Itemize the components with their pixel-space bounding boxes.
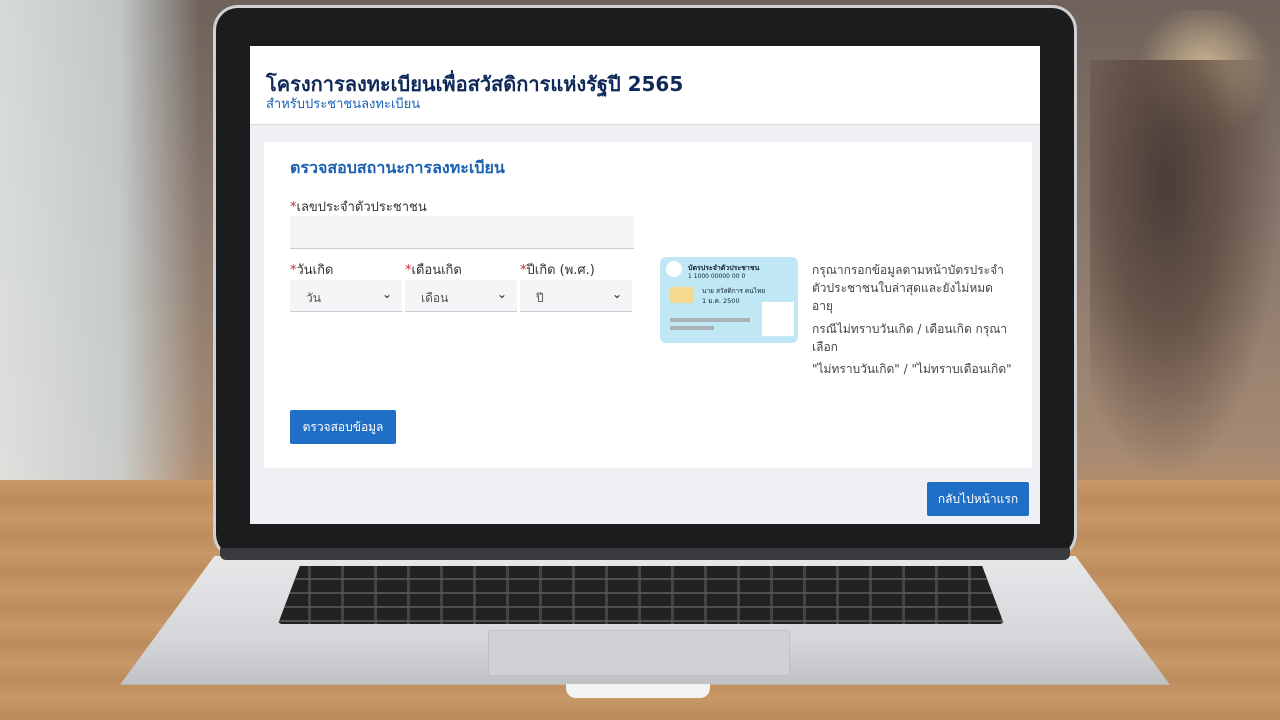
day-label-text: วันเกิด xyxy=(296,263,334,278)
month-label: *เดือนเกิด xyxy=(405,259,462,280)
background-person xyxy=(1090,60,1280,480)
id-card-number: 1 1000 00000 00 0 xyxy=(688,273,746,280)
app-header: โครงการลงทะเบียนเพื่อสวัสดิการแห่งรัฐปี … xyxy=(250,46,1040,125)
status-check-card: ตรวจสอบสถานะการลงทะเบียน *เลขประจำตัวประ… xyxy=(264,142,1032,468)
card-photo xyxy=(762,302,794,336)
birth-month-select[interactable]: เดือน ⌄ xyxy=(405,280,517,312)
birth-year-value: ปี xyxy=(536,291,544,305)
hint-text-3: "ไม่ทราบวันเกิด" / "ไม่ทราบเดือนเกิด" xyxy=(812,362,1012,376)
month-label-text: เดือนเกิด xyxy=(411,263,462,278)
id-card-illustration: บัตรประจำตัวประชาชน 1 1000 00000 00 0 นา… xyxy=(660,257,798,343)
id-label: *เลขประจำตัวประชาชน xyxy=(290,196,427,217)
chevron-down-icon: ⌄ xyxy=(496,287,507,301)
keyboard-rows xyxy=(278,566,1004,624)
citizen-id-input[interactable] xyxy=(290,216,634,249)
laptop-trackpad xyxy=(488,630,790,676)
card-chip xyxy=(670,287,694,303)
chevron-down-icon: ⌄ xyxy=(381,287,392,301)
id-card-name: นาย สวัสดิการ คนไทย xyxy=(702,287,766,295)
birth-day-value: วัน xyxy=(306,291,321,305)
id-card-dob: 1 ม.ค. 2500 xyxy=(702,297,740,305)
year-label-text: ปีเกิด (พ.ศ.) xyxy=(526,263,595,278)
card-title: ตรวจสอบสถานะการลงทะเบียน xyxy=(290,158,505,177)
day-label: *วันเกิด xyxy=(290,259,333,280)
chevron-down-icon: ⌄ xyxy=(611,287,622,301)
laptop-notch xyxy=(566,684,710,698)
background-window xyxy=(0,0,200,480)
year-label: *ปีเกิด (พ.ศ.) xyxy=(520,259,595,280)
laptop-screen: โครงการลงทะเบียนเพื่อสวัสดิการแห่งรัฐปี … xyxy=(250,46,1040,524)
card-text-bar xyxy=(670,318,750,322)
card-text-bar xyxy=(670,326,714,330)
back-home-button[interactable]: กลับไปหน้าแรก xyxy=(927,482,1029,516)
birth-month-value: เดือน xyxy=(421,291,449,305)
card-emblem xyxy=(666,261,682,277)
birth-year-select[interactable]: ปี ⌄ xyxy=(520,280,632,312)
laptop-hinge xyxy=(220,548,1070,560)
id-label-text: เลขประจำตัวประชาชน xyxy=(296,200,427,215)
birth-day-select[interactable]: วัน ⌄ xyxy=(290,280,402,312)
check-data-button[interactable]: ตรวจสอบข้อมูล xyxy=(290,410,396,444)
hint-text-1: กรุณากรอกข้อมูลตามหน้าบัตรประจำตัวประชาช… xyxy=(812,263,1004,313)
page-subtitle: สำหรับประชาชนลงทะเบียน xyxy=(266,97,421,112)
hint-text-2: กรณีไม่ทราบวันเกิด / เดือนเกิด กรุณาเลือ… xyxy=(812,322,1008,354)
